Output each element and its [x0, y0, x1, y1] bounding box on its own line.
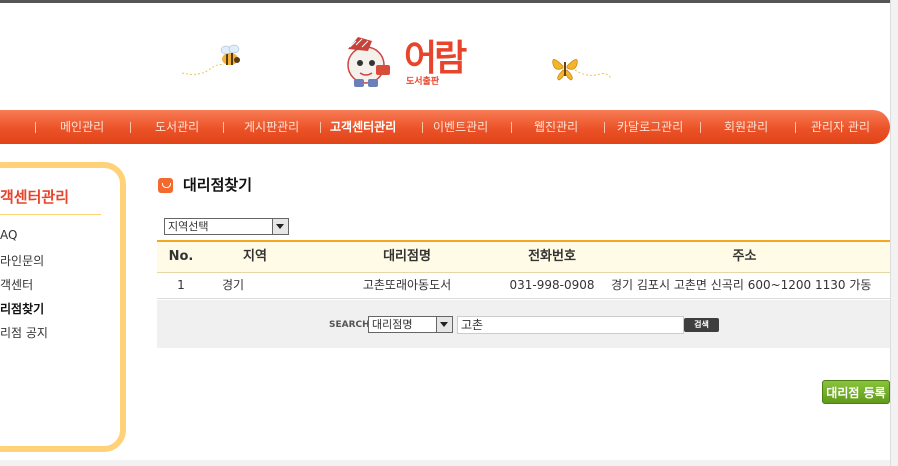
column-header-dealer-name: 대리점명: [383, 249, 431, 264]
nav-separator: [795, 122, 796, 133]
nav-separator: [35, 122, 36, 133]
butterfly-icon: [552, 59, 612, 81]
footer-bar: [0, 460, 890, 466]
nav-item-catalog[interactable]: 카달로그관리: [617, 110, 683, 144]
region-select-value: 지역선택: [168, 220, 209, 233]
logo-main-text: 어람: [404, 38, 467, 79]
column-header-phone: 전화번호: [528, 249, 576, 264]
cell-region: 경기: [222, 278, 245, 292]
nav-item-members[interactable]: 회원관리: [724, 110, 768, 144]
cell-no: 1: [177, 278, 185, 292]
search-field-select-value: 대리점명: [372, 318, 413, 331]
sidebar-item-faq[interactable]: AQ: [0, 228, 17, 242]
mascot-icon: [347, 37, 390, 87]
nav-item-books[interactable]: 도서관리: [155, 110, 199, 144]
nav-separator: [320, 122, 321, 133]
nav-separator: [700, 122, 701, 133]
page-title-icon: [158, 178, 173, 193]
page-title: 대리점찾기: [183, 176, 253, 194]
nav-item-customer-center[interactable]: 고객센터관리: [330, 110, 396, 144]
logo-sub-text: 도서출판: [406, 77, 440, 87]
nav-item-admin[interactable]: 관리자 관리: [811, 110, 870, 144]
bee-icon: [181, 44, 240, 75]
column-header-no: No.: [168, 249, 194, 264]
column-header-region: 지역: [243, 249, 267, 264]
cell-phone: 031-998-0908: [509, 278, 595, 292]
search-button[interactable]: 검색: [684, 318, 719, 332]
nav-separator: [223, 122, 224, 133]
nav-item-main[interactable]: 메인관리: [60, 110, 104, 144]
cell-dealer-name[interactable]: 고촌또래아동도서: [307, 272, 507, 298]
search-label: SEARCH: [329, 320, 370, 330]
header: 어람 도서출판: [0, 3, 890, 108]
sidebar-title: 객센터관리: [0, 188, 70, 206]
search-bar: SEARCH 대리점명 고촌 검색: [157, 300, 890, 348]
search-input[interactable]: 고촌: [457, 316, 684, 334]
chevron-down-icon: [272, 219, 288, 234]
nav-separator: [422, 122, 423, 133]
nav-item-webzine[interactable]: 웹진관리: [534, 110, 578, 144]
brand-logo[interactable]: 어람 도서출판: [404, 39, 484, 89]
sidebar-divider: [0, 214, 101, 215]
sidebar-item-customer-center[interactable]: 객센터: [0, 276, 33, 293]
table-header: No. 지역 대리점명 전화번호 주소: [157, 240, 890, 273]
nav-item-board[interactable]: 게시판관리: [244, 110, 299, 144]
table-row[interactable]: 1 경기 고촌또래아동도서 031-998-0908 경기 김포시 고촌면 신곡…: [157, 272, 890, 299]
nav-separator: [130, 122, 131, 133]
search-field-select[interactable]: 대리점명: [368, 316, 453, 333]
region-select[interactable]: 지역선택: [164, 218, 289, 235]
register-dealer-button[interactable]: 대리점 등록: [822, 380, 890, 404]
nav-item-events[interactable]: 이벤트관리: [433, 110, 488, 144]
main-nav: 메인관리 도서관리 게시판관리 고객센터관리 이벤트관리 웹진관리 카달로그관리…: [0, 110, 890, 144]
sidebar-item-dealer-notice[interactable]: 리점 공지: [0, 324, 48, 341]
column-header-address: 주소: [732, 249, 757, 264]
nav-separator: [511, 122, 512, 133]
chevron-down-icon: [436, 317, 452, 332]
sidebar-item-online-inquiry[interactable]: 라인문의: [0, 252, 44, 269]
sidebar-item-find-dealer[interactable]: 리점찾기: [0, 300, 44, 317]
nav-separator: [604, 122, 605, 133]
right-scroll-edge: [890, 0, 898, 466]
cell-address: 경기 김포시 고촌면 신곡리 600~1200 1130 가동: [611, 278, 872, 292]
